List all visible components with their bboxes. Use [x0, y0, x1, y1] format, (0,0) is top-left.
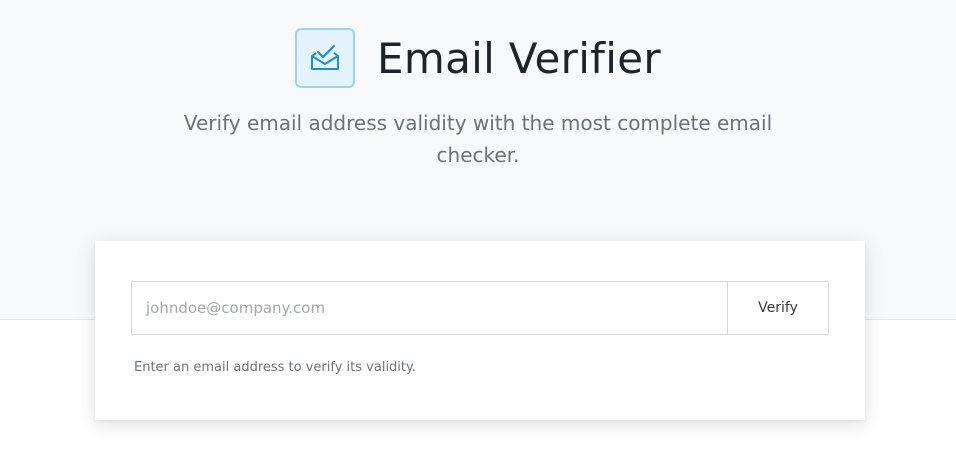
page-title: Email Verifier [377, 33, 661, 83]
helper-text: Enter an email address to verify its val… [134, 360, 416, 375]
verify-card: Verify Enter an email address to verify … [95, 241, 865, 420]
email-input-group: Verify [131, 281, 829, 335]
verify-button[interactable]: Verify [727, 282, 828, 334]
envelope-check-icon [295, 28, 356, 88]
title-row: Email Verifier [0, 28, 956, 88]
page-subtitle: Verify email address validity with the m… [183, 111, 773, 167]
email-input[interactable] [132, 282, 727, 334]
